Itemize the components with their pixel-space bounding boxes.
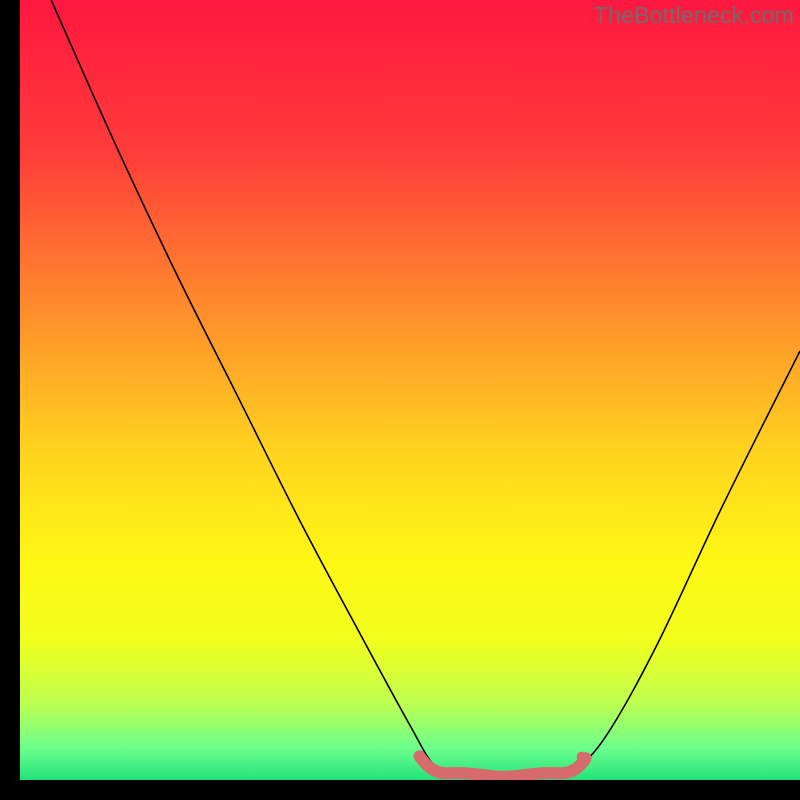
gradient-background (20, 0, 800, 780)
bottleneck-plot (20, 0, 800, 780)
chart-frame: TheBottleneck.com (20, 0, 800, 780)
watermark-text: TheBottleneck.com (594, 2, 794, 29)
optimal-range-dot (577, 752, 587, 762)
